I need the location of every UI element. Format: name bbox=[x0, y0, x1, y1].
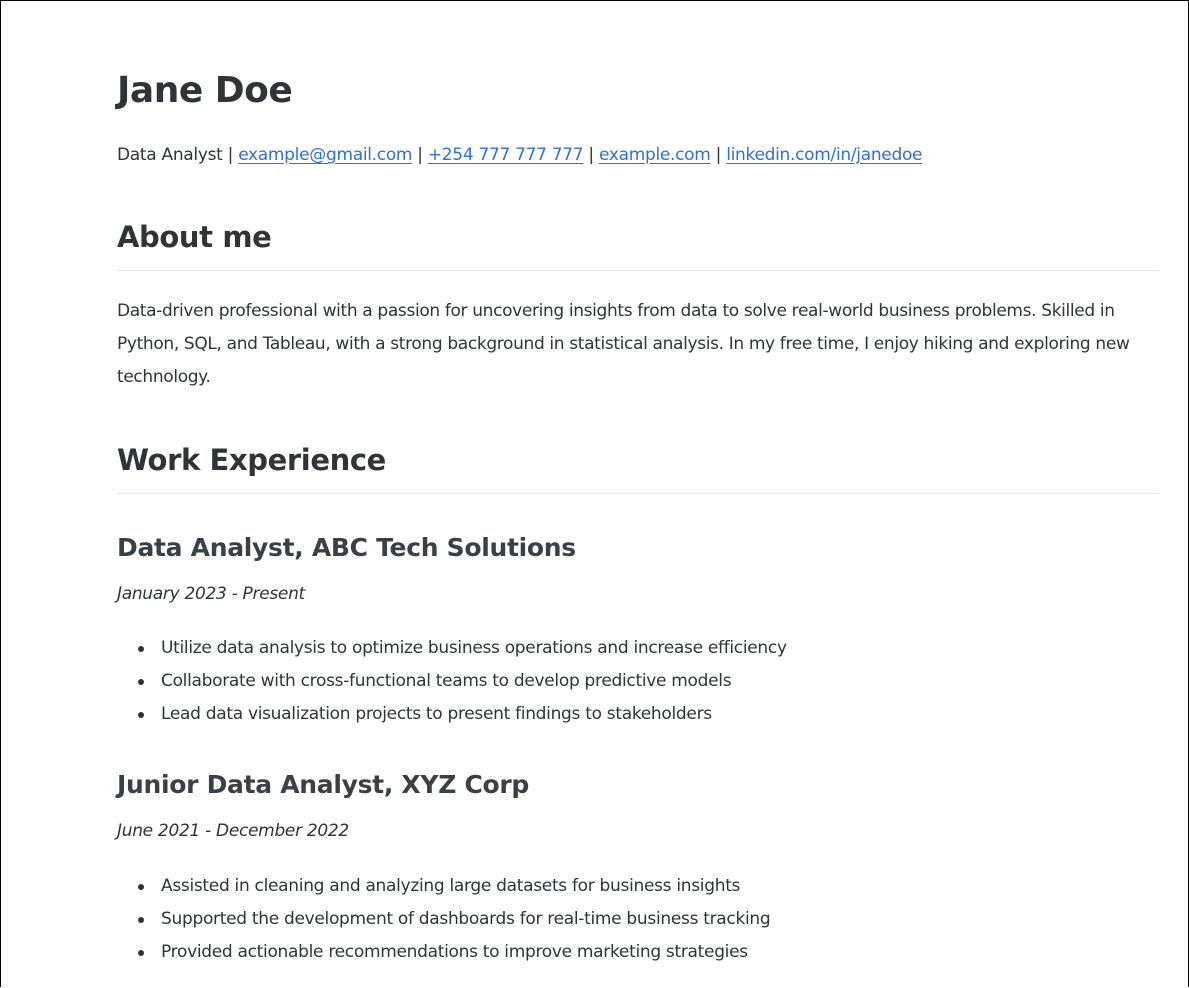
linkedin-link[interactable]: linkedin.com/in/janedoe bbox=[726, 145, 922, 165]
separator: | bbox=[417, 145, 423, 165]
phone-link[interactable]: +254 777 777 777 bbox=[428, 145, 584, 165]
role-text: Data Analyst bbox=[117, 145, 223, 165]
section-divider bbox=[117, 493, 1159, 494]
page-frame: Jane Doe Data Analyst | example@gmail.co… bbox=[0, 0, 1189, 987]
email-link[interactable]: example@gmail.com bbox=[238, 145, 412, 165]
contact-line: Data Analyst | example@gmail.com | +254 … bbox=[117, 141, 923, 169]
job-responsibilities: Assisted in cleaning and analyzing large… bbox=[117, 870, 771, 969]
job-title: Data Analyst, ABC Tech Solutions bbox=[117, 533, 576, 562]
job-responsibilities: Utilize data analysis to optimize busine… bbox=[117, 632, 787, 731]
separator: | bbox=[715, 145, 722, 165]
website-link[interactable]: example.com bbox=[599, 145, 711, 165]
work-heading: Work Experience bbox=[117, 443, 386, 477]
list-item: Utilize data analysis to optimize busine… bbox=[138, 632, 787, 665]
job-dates: June 2021 - December 2022 bbox=[117, 821, 349, 841]
list-item: Assisted in cleaning and analyzing large… bbox=[137, 870, 770, 903]
page-title: Jane Doe bbox=[117, 70, 293, 111]
list-item: Lead data visualization projects to pres… bbox=[138, 698, 787, 731]
list-item: Supported the development of dashboards … bbox=[137, 903, 771, 936]
separator: | bbox=[588, 145, 594, 165]
job-dates: January 2023 - Present bbox=[117, 584, 305, 604]
list-item: Collaborate with cross-functional teams … bbox=[138, 665, 787, 698]
about-text: Data-driven professional with a passion … bbox=[117, 301, 1130, 387]
about-heading: About me bbox=[117, 220, 272, 254]
section-divider bbox=[117, 270, 1159, 271]
job-title: Junior Data Analyst, XYZ Corp bbox=[117, 770, 529, 799]
list-item: Provided actionable recommendations to i… bbox=[137, 936, 770, 969]
separator: | bbox=[227, 145, 234, 165]
